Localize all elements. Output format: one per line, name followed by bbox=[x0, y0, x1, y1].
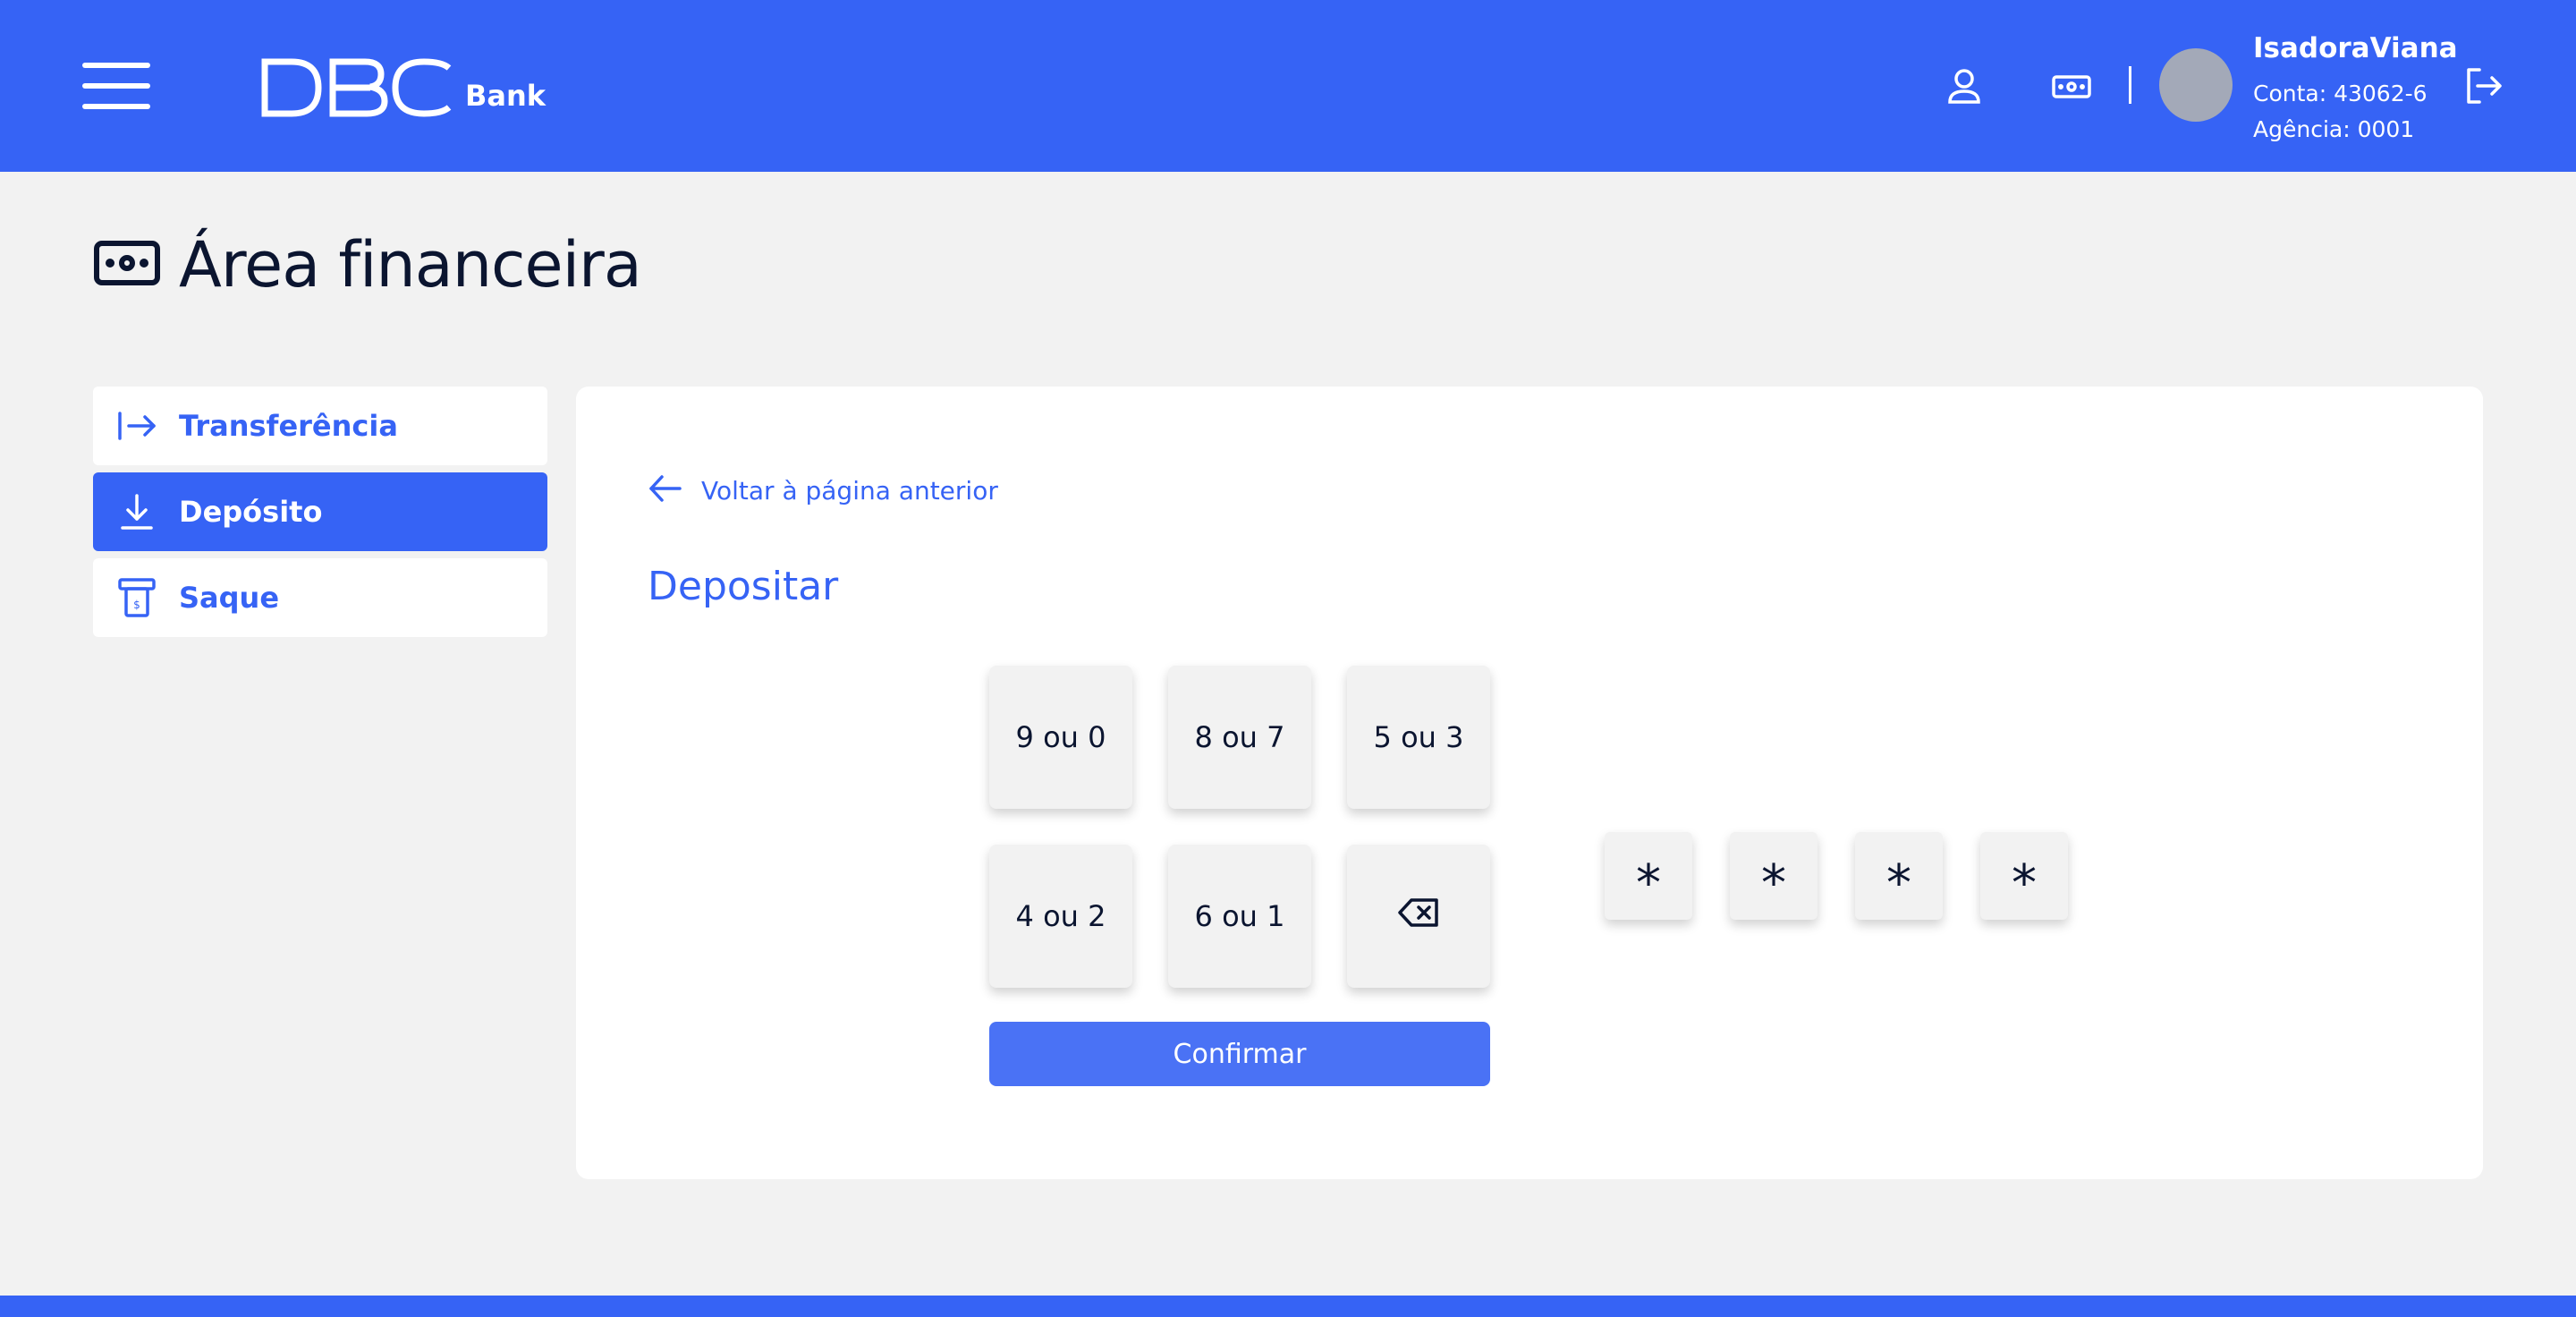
back-link-label: Voltar à página anterior bbox=[701, 475, 998, 506]
user-icon[interactable] bbox=[1937, 59, 1991, 113]
pin-digit: * bbox=[1730, 832, 1818, 920]
header-divider bbox=[2129, 66, 2131, 104]
backspace-button[interactable] bbox=[1347, 845, 1490, 988]
user-name: IsadoraViana bbox=[2253, 32, 2458, 64]
page-header: Área financeira bbox=[93, 228, 642, 302]
pin-digit: * bbox=[1605, 832, 1692, 920]
arrow-right-to-line-icon bbox=[114, 404, 159, 448]
account-number: Conta: 43062-6 bbox=[2253, 81, 2428, 106]
avatar[interactable] bbox=[2159, 48, 2233, 122]
page-title: Área financeira bbox=[179, 228, 642, 302]
logo-subtext: Bank bbox=[465, 79, 547, 113]
section-title: Depositar bbox=[648, 564, 839, 609]
sidebar-item-saque[interactable]: $ Saque bbox=[93, 558, 547, 637]
hamburger-icon[interactable] bbox=[82, 63, 150, 109]
sidebar-item-deposito[interactable]: Depósito bbox=[93, 472, 547, 551]
keypad-key[interactable]: 4 ou 2 bbox=[989, 845, 1132, 988]
sidebar-item-label: Transferência bbox=[179, 409, 398, 443]
keypad-key[interactable]: 5 ou 3 bbox=[1347, 666, 1490, 809]
keypad-key[interactable]: 9 ou 0 bbox=[989, 666, 1132, 809]
svg-text:$: $ bbox=[133, 599, 140, 611]
top-header: Bank IsadoraViana Conta: 43062-6 Agência… bbox=[0, 0, 2576, 172]
deposit-card: Voltar à página anterior Depositar 9 ou … bbox=[576, 387, 2483, 1179]
sidebar-item-label: Depósito bbox=[179, 495, 323, 529]
back-link[interactable]: Voltar à página anterior bbox=[648, 472, 998, 508]
footer-bar bbox=[0, 1296, 2576, 1317]
keypad-key[interactable]: 8 ou 7 bbox=[1168, 666, 1311, 809]
pin-digit: * bbox=[1980, 832, 2068, 920]
sidebar-item-label: Saque bbox=[179, 581, 280, 615]
download-icon bbox=[114, 489, 159, 534]
keypad-key[interactable]: 6 ou 1 bbox=[1168, 845, 1311, 988]
pin-digit: * bbox=[1855, 832, 1943, 920]
cash-icon bbox=[93, 240, 161, 290]
sidebar-item-transferencia[interactable]: Transferência bbox=[93, 387, 547, 465]
atm-withdraw-icon: $ bbox=[114, 575, 159, 620]
confirm-button[interactable]: Confirmar bbox=[989, 1022, 1490, 1086]
dbc-logo-icon bbox=[261, 58, 452, 117]
backspace-icon bbox=[1397, 897, 1440, 935]
agency-number: Agência: 0001 bbox=[2253, 116, 2415, 142]
bank-logo[interactable]: Bank bbox=[259, 50, 546, 118]
arrow-left-icon bbox=[648, 472, 683, 508]
logout-icon[interactable] bbox=[2456, 59, 2510, 113]
cash-icon[interactable] bbox=[2045, 59, 2098, 113]
